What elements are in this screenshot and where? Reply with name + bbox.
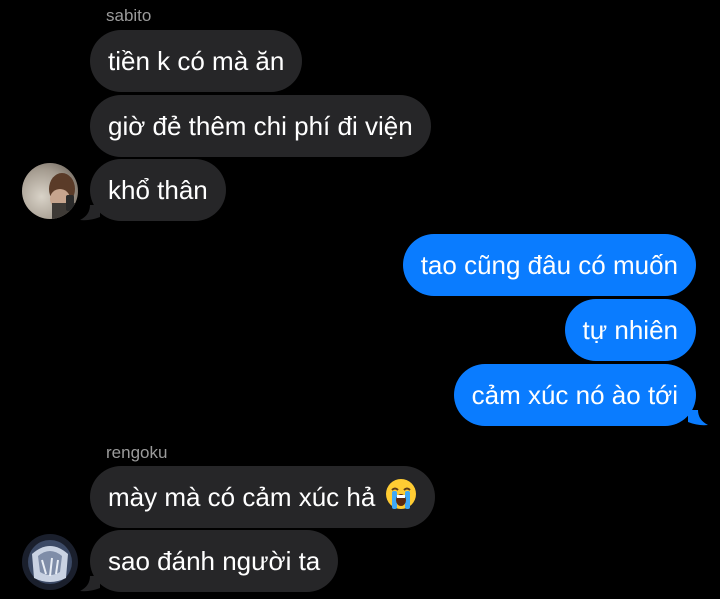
message-text: tự nhiên	[582, 314, 678, 345]
message-text: mày mà có cảm xúc hả	[108, 481, 376, 512]
bubble-tail-icon	[80, 205, 100, 221]
outgoing-message[interactable]: tự nhiên	[564, 299, 696, 361]
incoming-message[interactable]: khổ thân	[90, 159, 226, 221]
sender-name: sabito	[106, 6, 152, 25]
loudly-crying-face-icon	[385, 478, 417, 517]
profile-photo	[22, 163, 78, 219]
message-text: tiền k có mà ăn	[108, 45, 285, 76]
sender-name: rengoku	[106, 443, 168, 462]
outgoing-message[interactable]: tao cũng đâu có muốn	[402, 234, 696, 296]
message-text: tao cũng đâu có muốn	[420, 249, 678, 280]
bubble-tail-icon	[80, 576, 100, 592]
message-text: sao đánh người ta	[108, 545, 321, 576]
message-text: giờ đẻ thêm chi phí đi viện	[108, 110, 413, 141]
bubble-tail-icon	[688, 410, 708, 426]
incoming-message[interactable]: tiền k có mà ăn	[90, 30, 303, 92]
message-text: khổ thân	[108, 174, 208, 205]
avatar-sabito[interactable]	[22, 163, 78, 219]
profile-photo	[22, 534, 78, 590]
avatar-rengoku[interactable]	[22, 534, 78, 590]
incoming-message[interactable]: sao đánh người ta	[90, 530, 339, 592]
incoming-message[interactable]: giờ đẻ thêm chi phí đi viện	[90, 95, 431, 157]
message-text: cảm xúc nó ào tới	[471, 379, 678, 410]
incoming-message[interactable]: mày mà có cảm xúc hả	[90, 466, 436, 528]
outgoing-message[interactable]: cảm xúc nó ào tới	[453, 364, 696, 426]
